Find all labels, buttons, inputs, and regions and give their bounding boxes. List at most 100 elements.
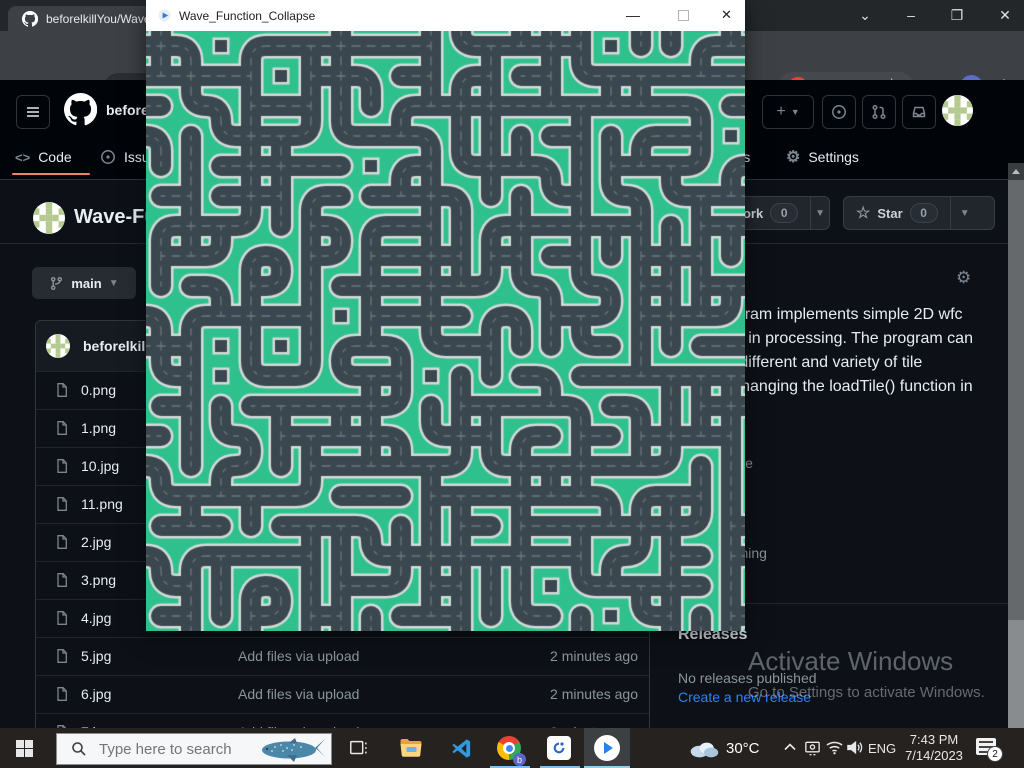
triangle-up-icon xyxy=(1012,169,1020,174)
identicon xyxy=(46,334,70,358)
file-icon xyxy=(54,572,70,588)
processing-icon xyxy=(547,736,571,760)
desktop: beforelkillYou/Wave-Function-Collapse ⌄ … xyxy=(0,0,1024,768)
file-icon xyxy=(54,382,70,398)
sketch-app-icon xyxy=(158,9,171,22)
hamburger-menu-button[interactable] xyxy=(16,95,50,129)
tray-language[interactable]: ENG xyxy=(868,741,896,756)
weather-cloud-icon xyxy=(688,737,720,759)
circle-dot-icon xyxy=(831,104,847,120)
browser-minimize-button[interactable]: – xyxy=(891,2,931,28)
file-icon xyxy=(54,686,70,702)
chevron-down-icon: ▼ xyxy=(791,107,800,117)
plus-icon: + xyxy=(776,103,785,121)
star-dropdown[interactable]: ▼ xyxy=(950,197,979,229)
weather-temp: 30°C xyxy=(726,740,760,757)
tab-code[interactable]: <> Code xyxy=(15,146,72,168)
vscode-icon xyxy=(450,737,473,760)
tray-time: 7:43 PM xyxy=(896,732,972,748)
maximize-icon xyxy=(678,10,689,21)
file-name-link[interactable]: 1.png xyxy=(81,420,116,436)
tray-volume-icon[interactable] xyxy=(846,739,865,756)
sketch-maximize-button[interactable] xyxy=(660,0,706,30)
file-name-link[interactable]: 11.png xyxy=(81,496,123,512)
tray-chevron-up-icon[interactable] xyxy=(783,742,797,752)
vscode-button[interactable] xyxy=(438,728,484,768)
repo-owner-avatar[interactable] xyxy=(33,202,65,234)
processing-ide-button[interactable] xyxy=(536,728,582,768)
tray-display-icon[interactable] xyxy=(803,739,822,757)
star-icon: ☆ xyxy=(856,203,870,223)
fork-dropdown[interactable]: ▼ xyxy=(810,197,829,229)
windows-logo-icon xyxy=(16,740,33,757)
pull-request-icon xyxy=(871,104,887,120)
gear-icon: ⚙ xyxy=(786,147,800,167)
tray-clock[interactable]: 7:43 PM 7/14/2023 xyxy=(896,732,972,764)
wfc-pattern-canvas xyxy=(146,31,745,631)
notification-badge: 2 xyxy=(987,746,1003,762)
tab-settings[interactable]: ⚙ Settings xyxy=(786,146,859,168)
commit-time: 2 minutes ago xyxy=(550,686,638,702)
inbox-header-button[interactable] xyxy=(902,95,936,129)
inbox-icon xyxy=(911,104,927,120)
browser-maximize-button[interactable]: ❐ xyxy=(937,2,977,28)
file-name-link[interactable]: 2.jpg xyxy=(81,534,111,550)
star-button[interactable]: ☆ Star 0 ▼ xyxy=(843,196,995,230)
hamburger-icon xyxy=(25,104,41,120)
notification-center-button[interactable]: 2 xyxy=(976,738,1000,758)
branch-icon xyxy=(49,276,64,291)
file-icon xyxy=(54,648,70,664)
taskbar-weather[interactable]: 30°C xyxy=(688,728,760,768)
chevron-down-icon: ▼ xyxy=(109,278,119,289)
sketch-minimize-button[interactable]: — xyxy=(610,0,656,30)
sketch-titlebar[interactable]: Wave_Function_Collapse — ✕ xyxy=(146,0,745,32)
file-name-link[interactable]: 3.png xyxy=(81,572,116,588)
commit-message-link[interactable]: Add files via upload xyxy=(238,648,359,664)
taskbar-search[interactable] xyxy=(56,733,332,765)
releases-empty-text: No releases published xyxy=(678,670,817,686)
page-scrollbar[interactable] xyxy=(1008,163,1024,768)
search-input[interactable] xyxy=(97,740,261,759)
file-icon xyxy=(54,458,70,474)
code-icon: <> xyxy=(15,150,30,165)
file-name-link[interactable]: 6.jpg xyxy=(81,686,111,702)
chrome-taskbar-button[interactable]: b xyxy=(486,728,532,768)
start-button[interactable] xyxy=(12,737,36,759)
commit-message-link[interactable]: Add files via upload xyxy=(238,686,359,702)
file-icon xyxy=(54,534,70,550)
sketch-close-button[interactable]: ✕ xyxy=(708,0,745,30)
search-icon xyxy=(71,741,87,757)
sketch-running-icon xyxy=(594,735,620,761)
issues-icon xyxy=(100,149,116,165)
file-name-link[interactable]: 4.jpg xyxy=(81,610,111,626)
tray-wifi-icon[interactable] xyxy=(825,739,844,756)
task-view-button[interactable] xyxy=(336,728,382,768)
create-new-button[interactable]: + ▼ xyxy=(762,95,814,129)
sketch-window-title: Wave_Function_Collapse xyxy=(179,9,315,23)
issues-header-button[interactable] xyxy=(822,95,856,129)
file-icon xyxy=(54,420,70,436)
sketch-taskbar-button[interactable] xyxy=(584,728,630,768)
about-settings-gear-icon[interactable]: ⚙ xyxy=(956,268,971,288)
file-name-link[interactable]: 10.jpg xyxy=(81,458,119,474)
github-user-avatar[interactable] xyxy=(942,95,973,126)
branch-selector[interactable]: main ▼ xyxy=(32,267,136,299)
file-explorer-button[interactable] xyxy=(388,728,434,768)
task-view-icon xyxy=(348,737,370,759)
committer-avatar[interactable] xyxy=(46,334,70,358)
sketch-window[interactable]: Wave_Function_Collapse — ✕ xyxy=(146,0,745,631)
file-name-link[interactable]: 5.jpg xyxy=(81,648,111,664)
pull-requests-header-button[interactable] xyxy=(862,95,896,129)
chrome-profile-badge: b xyxy=(513,753,526,766)
github-logo[interactable] xyxy=(64,93,97,126)
scrollbar-up-button[interactable] xyxy=(1008,163,1024,180)
file-row[interactable]: 5.jpg Add files via upload 2 minutes ago xyxy=(36,637,649,675)
browser-close-button[interactable]: ✕ xyxy=(985,2,1024,28)
identicon xyxy=(33,202,65,234)
file-row[interactable]: 6.jpg Add files via upload 2 minutes ago xyxy=(36,675,649,713)
tab-search-chevron[interactable]: ⌄ xyxy=(845,2,885,28)
file-name-link[interactable]: 0.png xyxy=(81,382,116,398)
create-release-link[interactable]: Create a new release xyxy=(678,689,811,705)
scrollbar-thumb[interactable] xyxy=(1008,180,1024,620)
commit-time: 2 minutes ago xyxy=(550,648,638,664)
